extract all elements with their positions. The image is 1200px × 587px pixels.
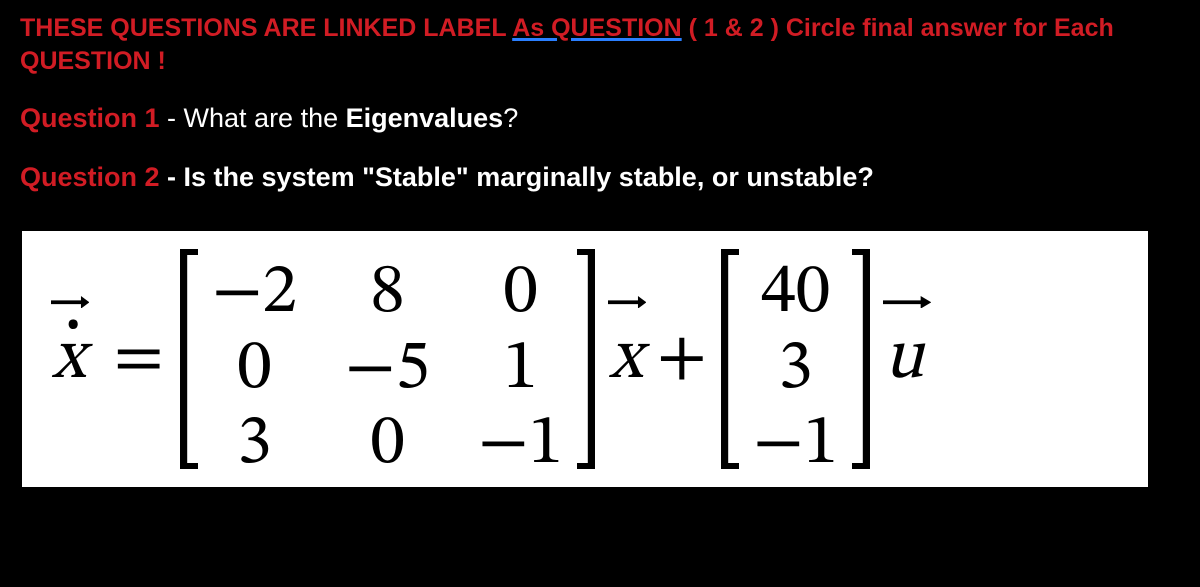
matrix-B-wrap: 40 3 −1 (721, 249, 870, 469)
plus-sign: + (657, 315, 707, 403)
arrow-icon (608, 296, 646, 309)
q2-label: Question 2 (20, 162, 167, 192)
q1-bold: Eigenvalues (346, 103, 504, 133)
matrix-A-wrap: −2 8 0 0 −5 1 3 0 −1 (180, 249, 595, 469)
question-1: Question 1 - What are the Eigenvalues? (20, 101, 1180, 136)
A-1-2: 1 (478, 333, 563, 407)
x-vector: x (609, 315, 643, 403)
q1-post: ? (503, 103, 518, 133)
A-1-0: 0 (212, 333, 297, 407)
lhs-xdot: • x (52, 315, 86, 403)
question-2: Question 2 - Is the system "Stable" marg… (20, 160, 1180, 195)
left-bracket-icon (180, 249, 198, 469)
arrow-icon (883, 296, 931, 309)
A-0-2: 0 (478, 257, 563, 331)
x-dot-vector: • x (52, 315, 86, 403)
equals-sign: = (114, 315, 164, 403)
B-0: 40 (753, 257, 838, 331)
q1-label: Question 1 (20, 103, 167, 133)
matrix-B: 40 3 −1 (739, 249, 852, 469)
arrow-icon (51, 296, 89, 309)
left-bracket-icon (721, 249, 739, 469)
B-1: 3 (753, 333, 838, 407)
u-symbol: u (884, 324, 924, 394)
matrix-A: −2 8 0 0 −5 1 3 0 −1 (198, 249, 577, 469)
A-0-0: −2 (212, 257, 297, 331)
A-2-2: −1 (478, 408, 563, 482)
q1-pre: What are the (184, 103, 346, 133)
A-1-1: −5 (345, 333, 430, 407)
state-space-equation: • x = −2 8 0 0 −5 1 3 0 −1 (52, 249, 1118, 469)
q2-rest: - Is the system "Stable" marginally stab… (167, 162, 874, 192)
right-bracket-icon (577, 249, 595, 469)
u-vector: u (884, 315, 924, 403)
right-bracket-icon (852, 249, 870, 469)
A-2-1: 0 (345, 408, 430, 482)
header-underlined: As QUESTION (512, 14, 681, 42)
header-part1: THESE QUESTIONS ARE LINKED LABEL (20, 14, 512, 42)
A-0-1: 8 (345, 257, 430, 331)
x-symbol: x (609, 324, 643, 394)
q1-dash: - (167, 103, 184, 133)
header-instruction: THESE QUESTIONS ARE LINKED LABEL As QUES… (20, 12, 1180, 77)
A-2-0: 3 (212, 408, 297, 482)
dot-icon: • (64, 301, 82, 349)
equation-box: • x = −2 8 0 0 −5 1 3 0 −1 (20, 229, 1150, 489)
B-2: −1 (753, 408, 838, 482)
